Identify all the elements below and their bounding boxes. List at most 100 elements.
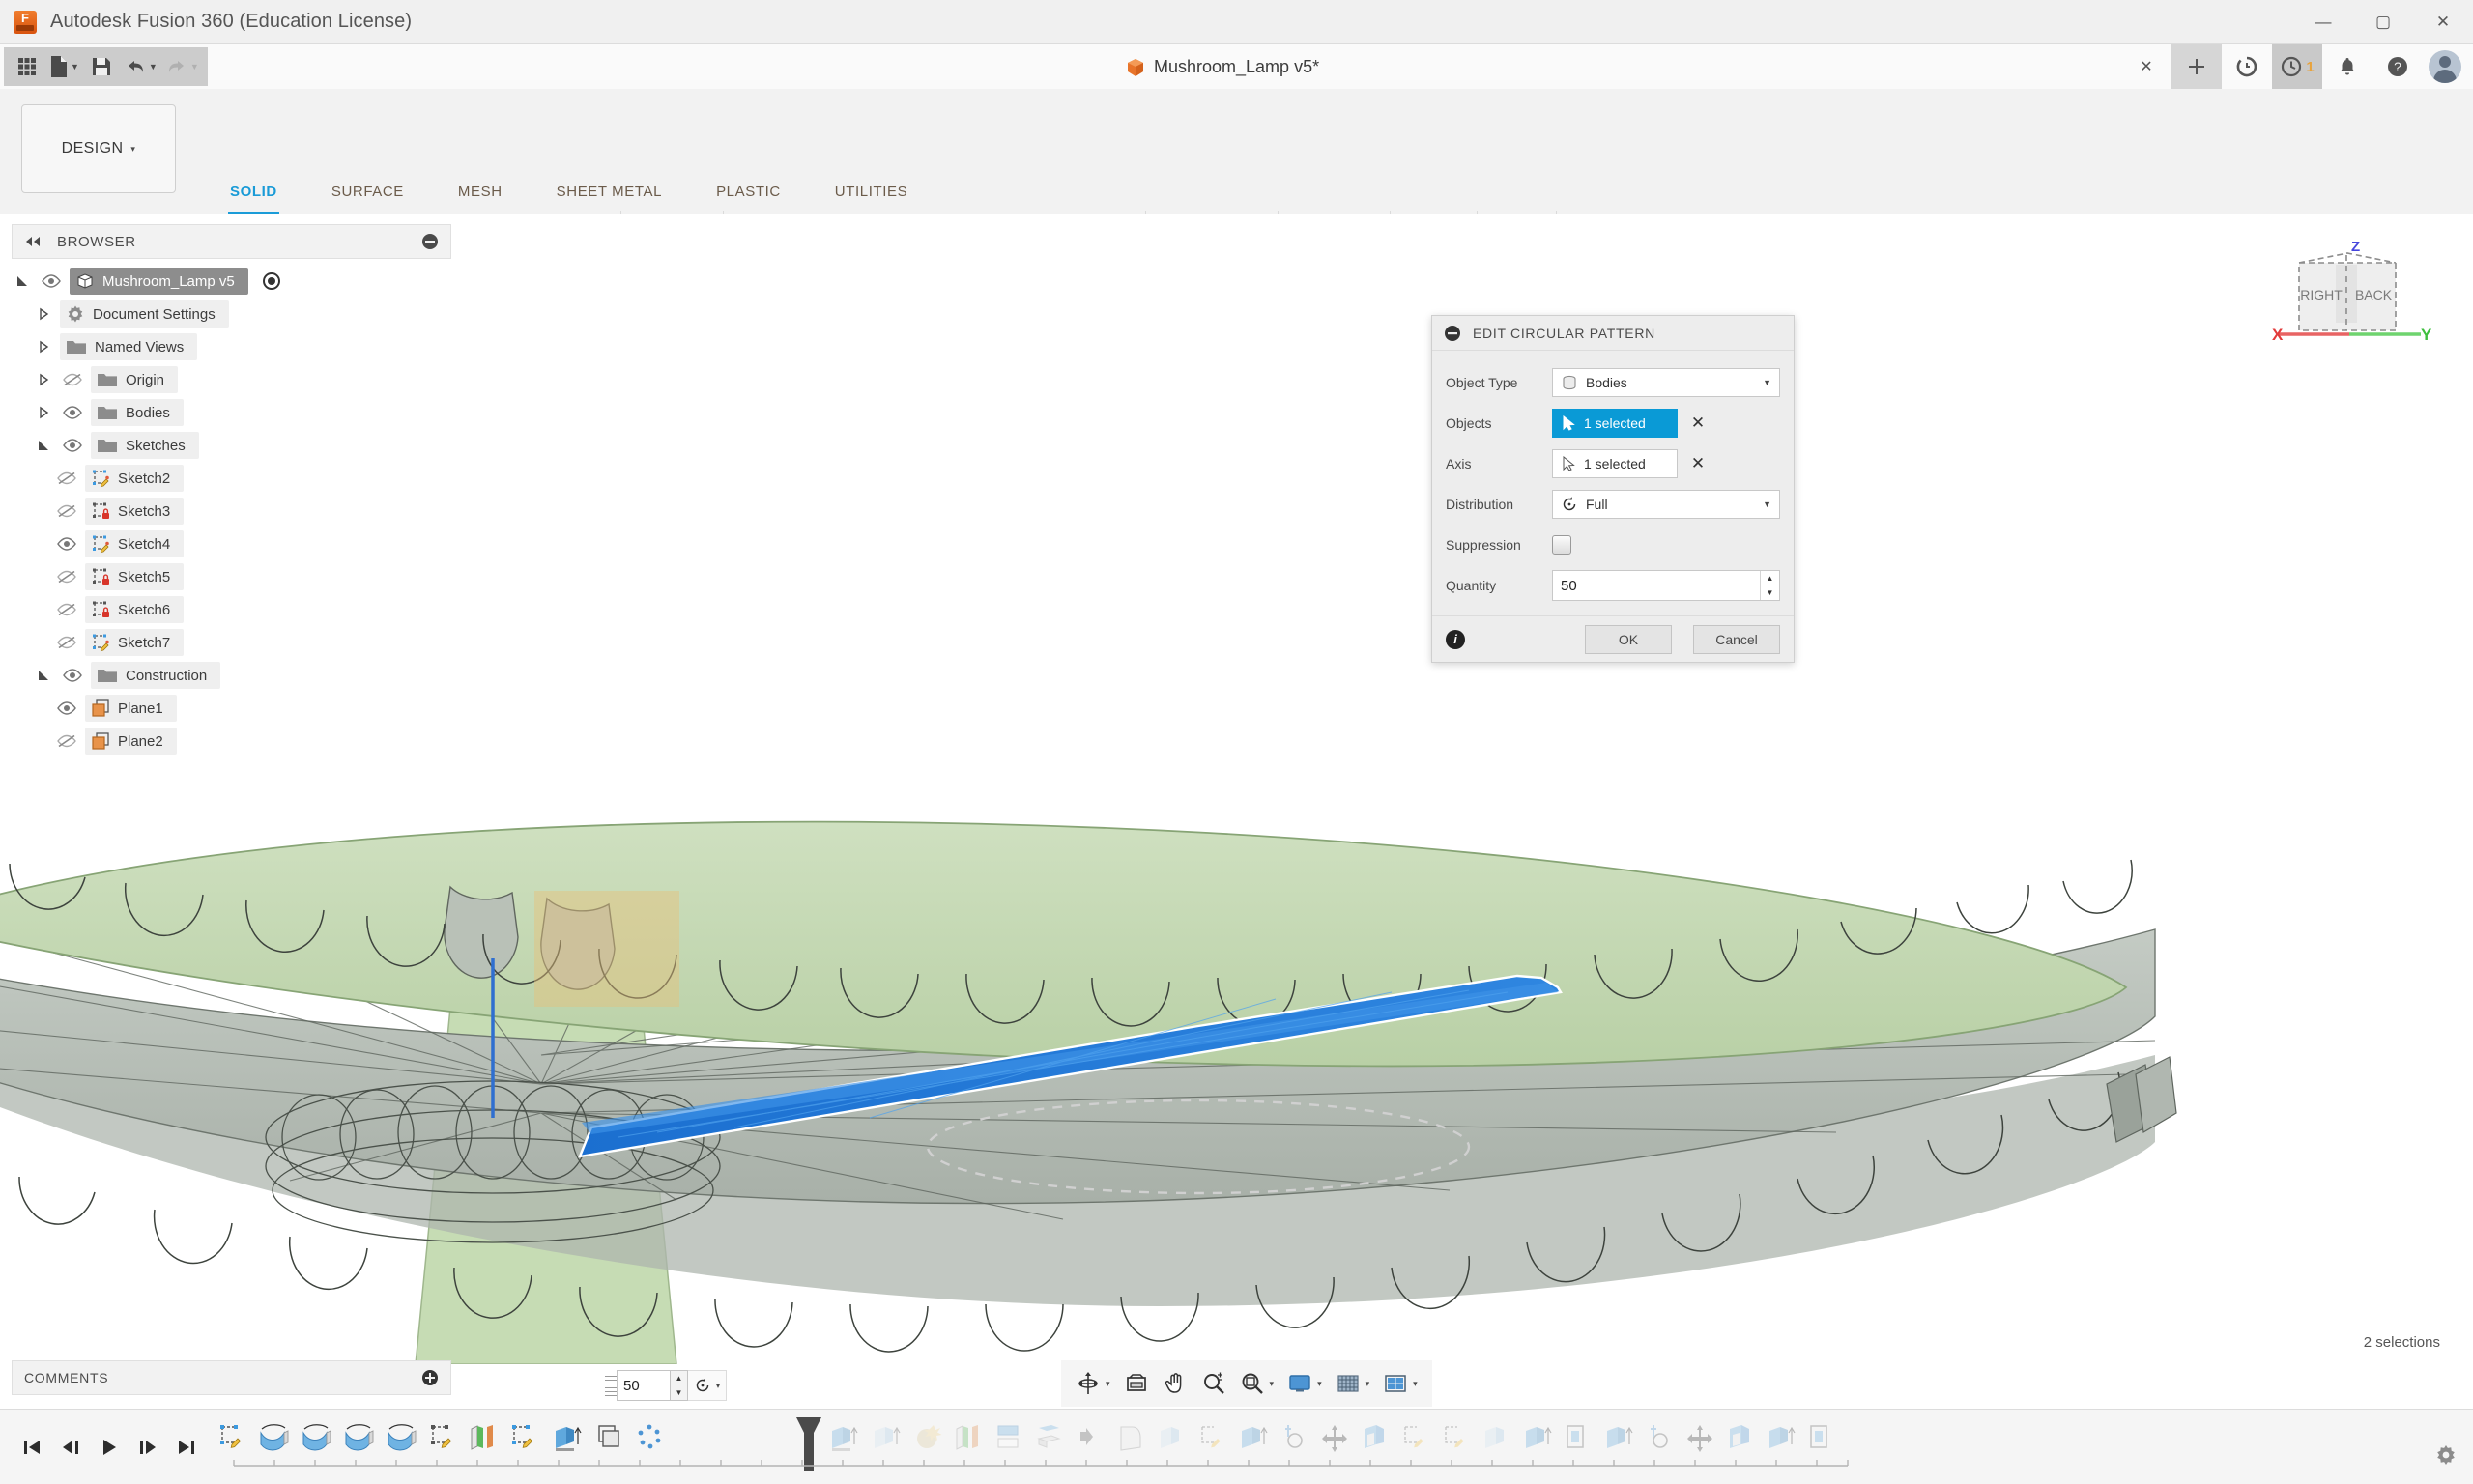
zoom-window-caret[interactable]: ▾ [1270,1379,1275,1389]
timeline-track[interactable] [215,1417,2473,1477]
expander-collapsed-icon[interactable] [33,340,54,354]
maximize-button[interactable]: ▢ [2353,0,2413,44]
pattern-mode-button[interactable]: ▾ [688,1370,727,1401]
ok-button[interactable]: OK [1585,625,1672,654]
tab-surface[interactable]: SURFACE [304,184,431,209]
undo-icon[interactable]: ▼ [121,49,160,84]
pattern-quantity-stepper[interactable]: ▲ ▼ [671,1370,688,1401]
object-type-select[interactable]: Bodies ▼ [1552,368,1780,397]
value-up-icon[interactable]: ▲ [671,1371,687,1385]
tree-item-chip[interactable]: Sketch3 [85,498,184,525]
minimize-button[interactable]: — [2293,0,2353,44]
display-settings-icon[interactable]: ▾ [1282,1364,1327,1403]
viewports-icon[interactable]: ▾ [1378,1364,1423,1403]
zoom-icon[interactable] [1196,1364,1231,1403]
tree-item-chip[interactable]: Sketches [91,432,199,459]
new-tab-button[interactable] [2171,44,2222,89]
visibility-eye-hidden-icon[interactable] [54,570,79,584]
tree-node-sketch6[interactable]: Sketch6 [54,593,451,626]
collapse-left-icon[interactable] [24,236,42,247]
tree-node-sketches[interactable]: Sketches [33,429,451,462]
minus-circle-icon[interactable] [1444,325,1461,342]
visibility-eye-hidden-icon[interactable] [54,636,79,649]
plus-circle-icon[interactable] [421,1369,439,1386]
orbit-caret[interactable]: ▾ [1106,1379,1110,1389]
tree-node-sketch2[interactable]: Sketch2 [54,462,451,495]
visibility-eye-icon[interactable] [60,669,85,682]
viewport-value-input[interactable]: 50 ▲ ▼ ▾ [605,1370,727,1401]
tab-sheet-metal[interactable]: SHEET METAL [530,184,689,209]
tree-item-chip[interactable]: Named Views [60,333,197,360]
quantity-stepper[interactable]: ▲ ▼ [1760,571,1779,600]
edit-circular-pattern-dialog[interactable]: EDIT CIRCULAR PATTERN Object Type Bodies… [1431,315,1795,663]
tree-item-chip[interactable]: Sketch2 [85,465,184,492]
recent-jobs-icon[interactable]: 1 [2272,44,2322,89]
tree-item-chip[interactable]: Sketch7 [85,629,184,656]
visibility-eye-hidden-icon[interactable] [54,471,79,485]
job-status-icon[interactable] [2222,44,2272,89]
visibility-eye-hidden-icon[interactable] [60,373,85,386]
display-settings-caret[interactable]: ▾ [1317,1379,1322,1389]
expander-expanded-icon[interactable] [33,439,54,452]
tree-node-sketch7[interactable]: Sketch7 [54,626,451,659]
expander-collapsed-icon[interactable] [33,373,54,386]
chevron-down-icon[interactable]: ▼ [1763,378,1771,387]
close-document-button[interactable]: ✕ [2121,44,2171,89]
step-forward-icon[interactable] [133,1428,162,1467]
tree-item-chip[interactable]: Sketch4 [85,530,184,557]
tree-node-sketch4[interactable]: Sketch4 [54,528,451,560]
expander-expanded-icon[interactable] [12,274,33,288]
drag-grip-icon[interactable] [605,1371,617,1400]
activate-radio-icon[interactable] [262,271,281,291]
minus-circle-icon[interactable] [421,233,439,250]
comments-panel[interactable]: COMMENTS [12,1360,451,1395]
visibility-eye-icon[interactable] [39,274,64,288]
tree-item-chip[interactable]: Origin [91,366,178,393]
workspace-switcher[interactable]: DESIGN ▾ [21,104,176,193]
objects-select-button[interactable]: 1 selected [1552,409,1678,438]
tree-item-chip[interactable]: Plane1 [85,695,177,722]
undo-caret[interactable]: ▼ [149,62,158,71]
distribution-select[interactable]: Full ▼ [1552,490,1780,519]
pattern-mode-caret[interactable]: ▾ [716,1381,721,1391]
visibility-eye-icon[interactable] [54,537,79,551]
clear-objects-icon[interactable]: ✕ [1687,414,1709,433]
tree-node-plane1[interactable]: Plane1 [54,692,451,725]
tree-node-named-views[interactable]: Named Views [33,330,451,363]
tree-node-origin[interactable]: Origin [33,363,451,396]
tab-solid[interactable]: SOLID [203,184,304,209]
info-icon[interactable]: i [1446,630,1465,649]
tab-plastic[interactable]: PLASTIC [689,184,808,209]
tree-node-document-settings[interactable]: Document Settings [33,298,451,330]
new-file-caret[interactable]: ▼ [71,62,79,71]
grid-apps-icon[interactable] [10,49,44,84]
redo-icon[interactable]: ▼ [162,49,202,84]
go-to-end-icon[interactable] [172,1428,201,1467]
visibility-eye-hidden-icon[interactable] [54,603,79,616]
visibility-eye-icon[interactable] [54,701,79,715]
step-back-icon[interactable] [56,1428,85,1467]
cancel-button[interactable]: Cancel [1693,625,1780,654]
play-icon[interactable] [95,1428,124,1467]
redo-caret[interactable]: ▼ [190,62,199,71]
tree-item-chip[interactable]: Sketch5 [85,563,184,590]
clear-axis-icon[interactable]: ✕ [1687,454,1709,473]
value-down-icon[interactable]: ▼ [671,1385,687,1400]
timeline-settings-icon[interactable] [2434,1443,2458,1467]
chevron-down-icon[interactable]: ▼ [1763,499,1771,509]
save-icon[interactable] [84,49,119,84]
visibility-eye-hidden-icon[interactable] [54,734,79,748]
zoom-window-icon[interactable]: ▾ [1235,1364,1280,1403]
tree-node-sketch5[interactable]: Sketch5 [54,560,451,593]
orbit-icon[interactable]: ▾ [1071,1364,1115,1403]
tab-mesh[interactable]: MESH [431,184,530,209]
fit-icon[interactable] [1119,1364,1154,1403]
tree-item-chip[interactable]: Bodies [91,399,184,426]
tab-utilities[interactable]: UTILITIES [808,184,935,209]
pattern-quantity-field[interactable]: 50 [617,1370,671,1401]
bell-icon[interactable] [2322,44,2372,89]
visibility-eye-hidden-icon[interactable] [54,504,79,518]
grid-snaps-caret[interactable]: ▾ [1366,1379,1370,1389]
view-cube[interactable]: RIGHT BACK X Y Z [2260,234,2434,359]
tree-node-root[interactable]: Mushroom_Lamp v5 [12,265,451,298]
